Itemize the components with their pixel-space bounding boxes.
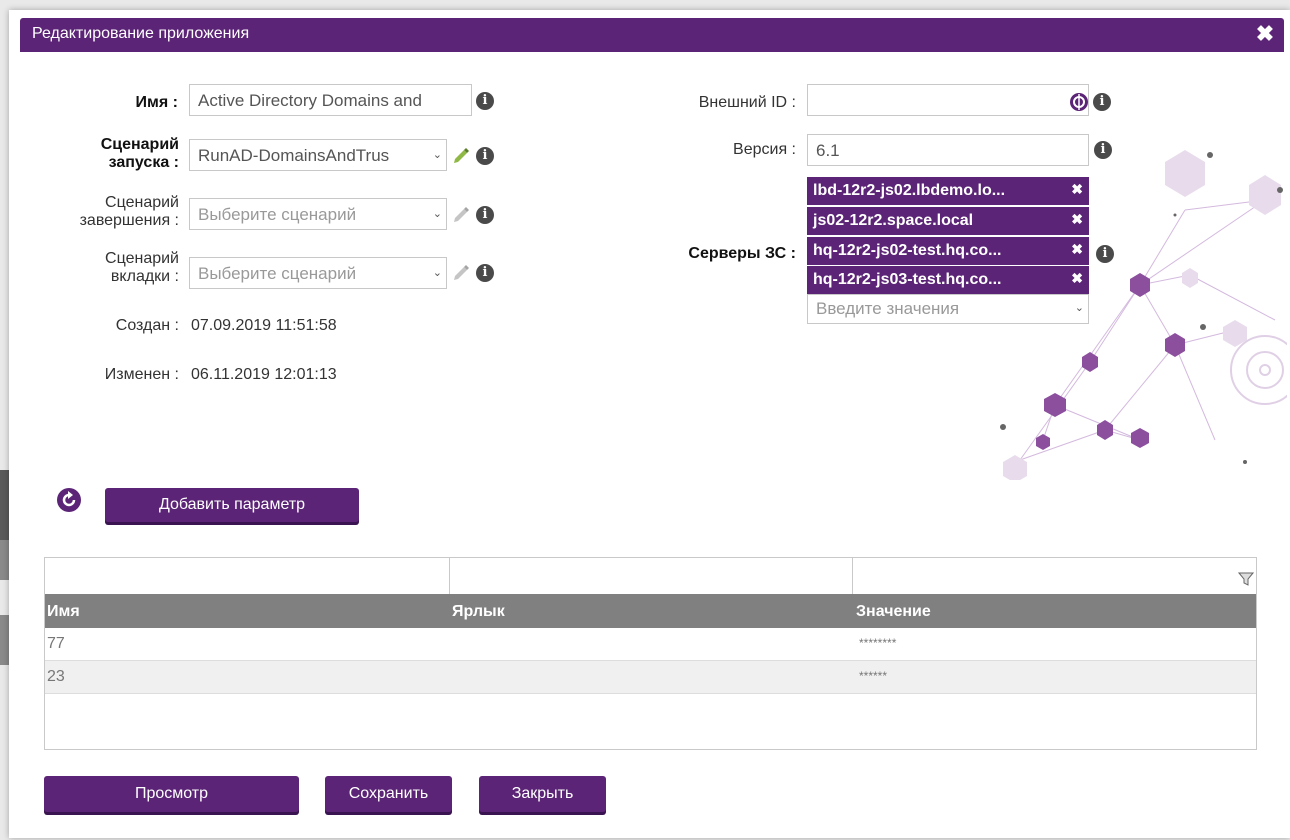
pencil-icon[interactable] [452,263,470,281]
column-header-label[interactable]: Ярлык [452,603,505,621]
info-icon[interactable]: i [1094,141,1112,159]
chevron-down-icon: ⌄ [432,208,442,220]
finish-script-label-line1: Сценарий [105,194,179,211]
chevron-down-icon: ⌄ [432,267,442,279]
name-value: Active Directory Domains and [198,91,422,110]
external-id-label: Внешний ID : [698,94,796,111]
server-chip: lbd-12r2-js02.lbdemo.lo... ✖ [807,177,1089,205]
tab-script-placeholder: Выберите сценарий [198,264,357,283]
modified-label: Изменен : [104,366,179,383]
finish-script-label: Сценарий завершения : [80,194,179,230]
remove-icon[interactable]: ✖ [1071,241,1083,258]
dialog-titlebar: Редактирование приложения ✖ [20,18,1284,52]
launch-script-label: Сценарий запуска : [101,136,179,172]
created-label: Создан : [115,317,179,334]
server-chip: hq-12r2-js03-test.hq.co... ✖ [807,266,1089,294]
preview-button-label: Просмотр [134,785,209,802]
version-field[interactable]: 6.1 [807,134,1089,166]
filter-cell-value[interactable] [853,558,1256,594]
table-filter-row [45,558,1256,594]
server-chip-label: hq-12r2-js02-test.hq.co... [813,242,1002,259]
filter-icon[interactable] [1238,571,1254,587]
version-label: Версия : [733,141,796,158]
info-icon[interactable]: i [1093,93,1111,111]
launch-script-label-line2: запуска : [108,154,179,171]
modified-value: 06.11.2019 12:01:13 [191,366,337,383]
tab-script-label: Сценарий вкладки : [105,250,179,286]
cell-name: 77 [47,635,65,652]
dialog-title: Редактирование приложения [32,25,250,42]
finish-script-placeholder: Выберите сценарий [198,205,357,224]
globe-icon[interactable] [1069,92,1089,112]
chevron-down-icon: ⌄ [432,149,442,161]
add-parameter-button[interactable]: Добавить параметр [105,488,359,522]
pencil-icon[interactable] [452,146,470,164]
cell-value: ******** [859,636,897,650]
table-header: Имя Ярлык Значение [45,594,1256,628]
server-chip-label: lbd-12r2-js02.lbdemo.lo... [813,182,1006,199]
servers-input[interactable]: Введите значения ⌄ [807,294,1089,324]
column-header-value[interactable]: Значение [856,603,931,621]
cell-value: ****** [859,669,888,683]
info-icon[interactable]: i [476,264,494,282]
filter-cell-name[interactable] [45,558,450,594]
close-icon[interactable]: ✖ [1254,22,1276,46]
info-icon[interactable]: i [476,206,494,224]
table-row[interactable]: 23 ****** [45,661,1256,694]
info-icon[interactable]: i [476,92,494,110]
close-button-label: Закрыть [511,785,574,802]
version-value: 6.1 [816,141,840,160]
save-button[interactable]: Сохранить [325,776,452,812]
name-label: Имя : [135,94,178,111]
launch-script-select[interactable]: RunAD-DomainsAndTrus ⌄ [189,139,447,171]
tab-script-label-line2: вкладки : [110,268,179,285]
tab-script-select[interactable]: Выберите сценарий ⌄ [189,257,447,289]
close-button[interactable]: Закрыть [479,776,606,812]
remove-icon[interactable]: ✖ [1071,270,1083,287]
launch-script-label-line1: Сценарий [100,136,179,153]
name-field[interactable]: Active Directory Domains and [189,84,472,116]
column-header-name[interactable]: Имя [47,603,80,621]
server-chip: hq-12r2-js02-test.hq.co... ✖ [807,237,1089,265]
pencil-icon[interactable] [452,205,470,223]
servers-label: Серверы ЗС : [688,245,796,262]
add-parameter-label: Добавить параметр [158,496,306,513]
created-value: 07.09.2019 11:51:58 [191,317,337,334]
filter-cell-label[interactable] [450,558,853,594]
remove-icon[interactable]: ✖ [1071,211,1083,228]
servers-placeholder: Введите значения [816,299,960,318]
remove-icon[interactable]: ✖ [1071,181,1083,198]
chevron-down-icon: ⌄ [1074,302,1084,314]
finish-script-label-line2: завершения : [79,212,179,229]
info-icon[interactable]: i [476,147,494,165]
finish-script-select[interactable]: Выберите сценарий ⌄ [189,198,447,230]
cell-name: 23 [47,668,65,685]
server-chip-label: hq-12r2-js03-test.hq.co... [813,271,1002,288]
launch-script-value: RunAD-DomainsAndTrus [198,146,390,165]
tab-script-label-line1: Сценарий [105,250,179,267]
edit-application-dialog: Редактирование приложения ✖ Имя: Active… [0,0,1290,840]
preview-button[interactable]: Просмотр [44,776,299,812]
table-row[interactable]: 77 ******** [45,628,1256,661]
server-chip: js02-12r2.space.local ✖ [807,207,1089,235]
external-id-field[interactable] [807,84,1089,116]
parameters-table: Имя Ярлык Значение 77 ******** 23 ****** [44,557,1257,750]
save-button-label: Сохранить [348,785,429,802]
info-icon[interactable]: i [1096,245,1114,263]
refresh-icon[interactable] [56,487,82,513]
server-chip-label: js02-12r2.space.local [813,212,974,229]
